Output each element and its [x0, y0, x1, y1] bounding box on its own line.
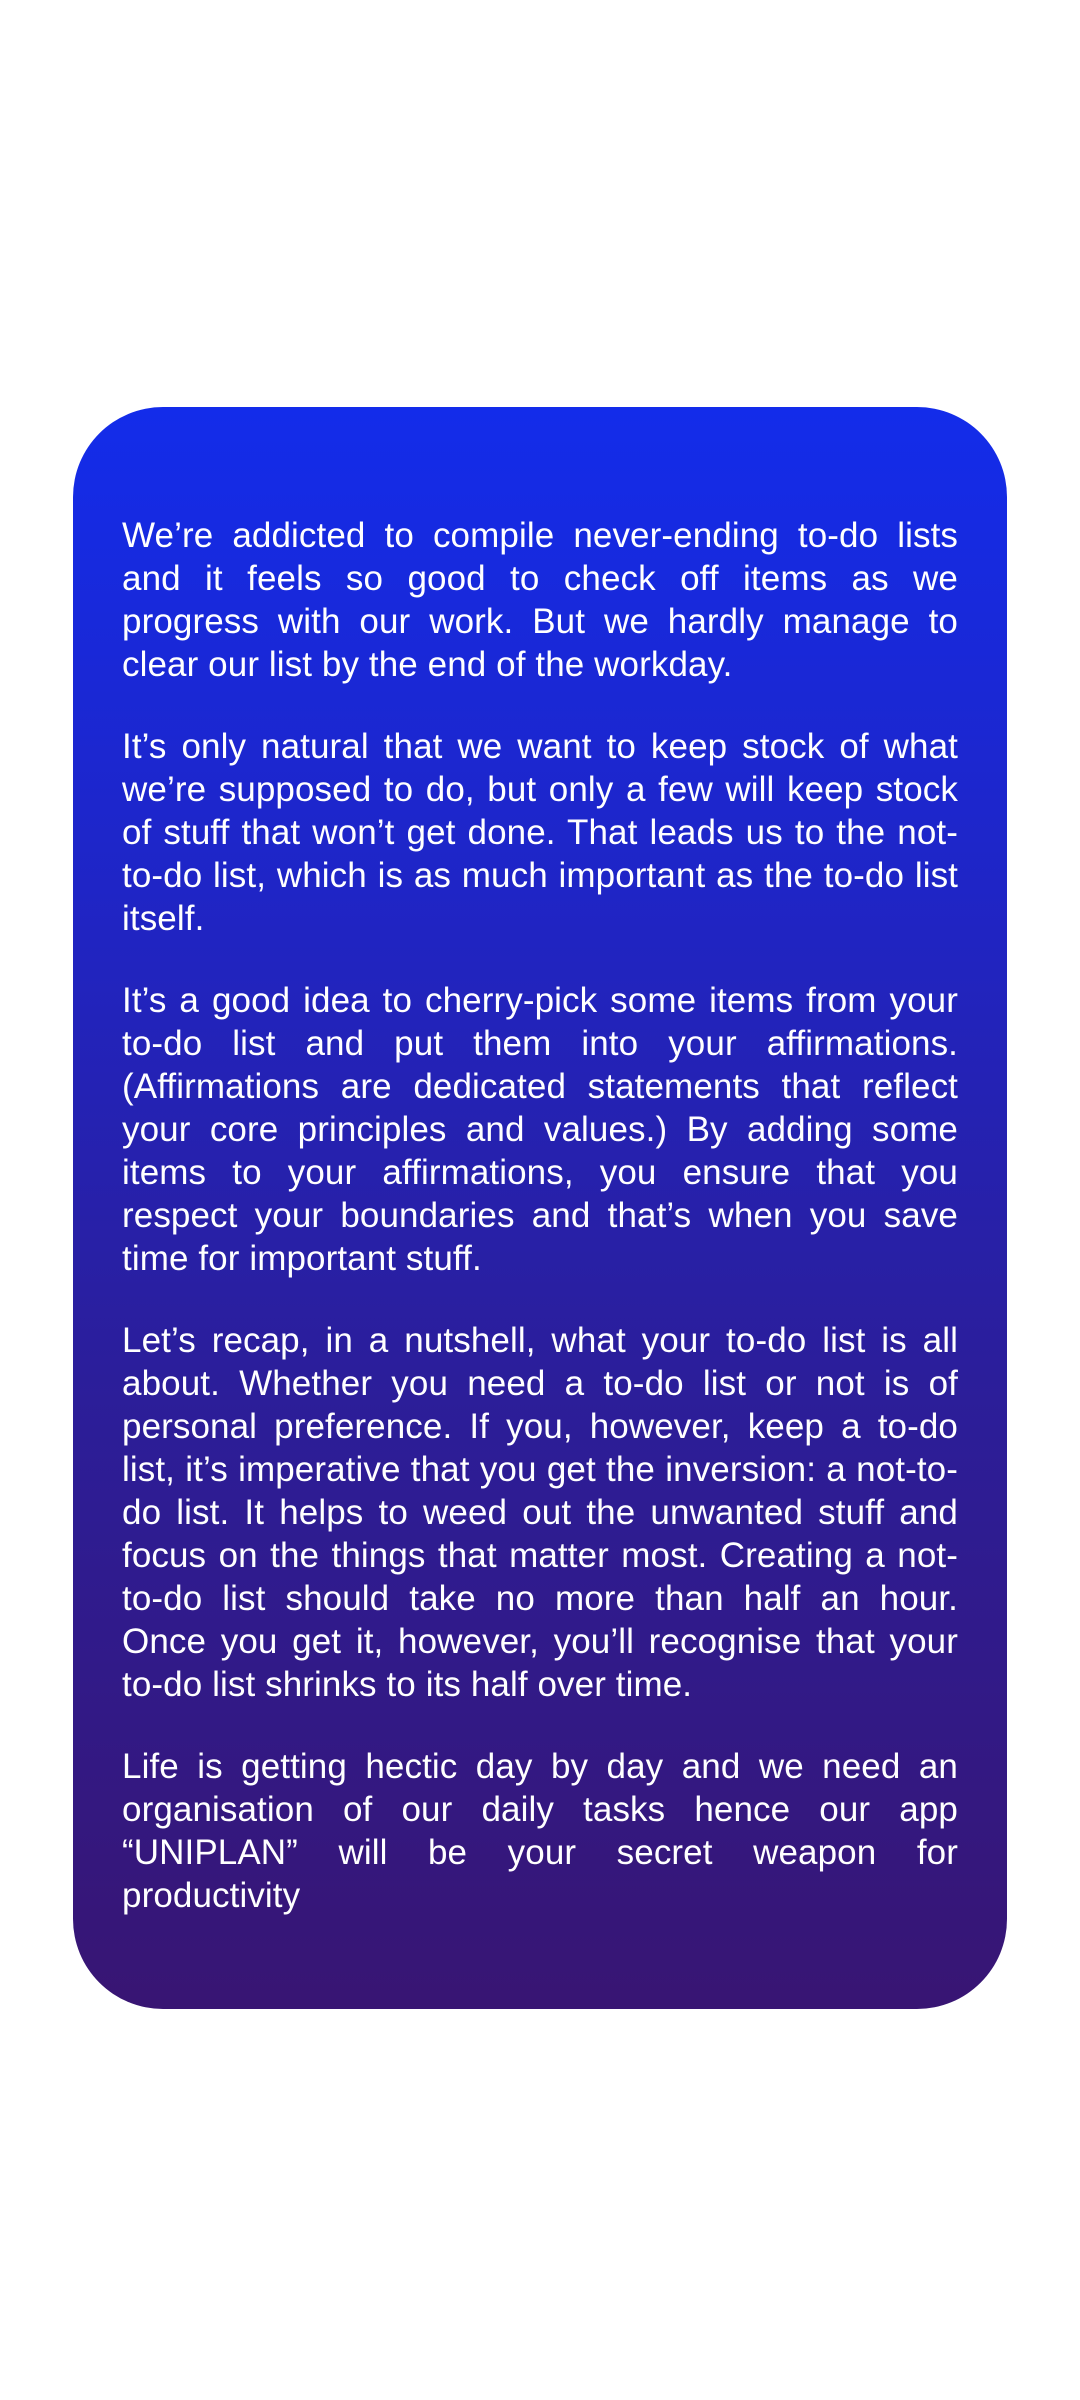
article-paragraph-1: We’re addicted to compile never-ending t…: [122, 516, 958, 684]
article-card: We’re addicted to compile never-ending t…: [73, 407, 1007, 2009]
article-paragraph-3: It’s a good idea to cherry-pick some ite…: [122, 981, 958, 1278]
article-paragraph-4: Let’s recap, in a nutshell, what your to…: [122, 1321, 958, 1704]
article-paragraph-2: It’s only natural that we want to keep s…: [122, 727, 958, 938]
article-paragraph-5: Life is getting hectic day by day and we…: [122, 1747, 958, 1915]
